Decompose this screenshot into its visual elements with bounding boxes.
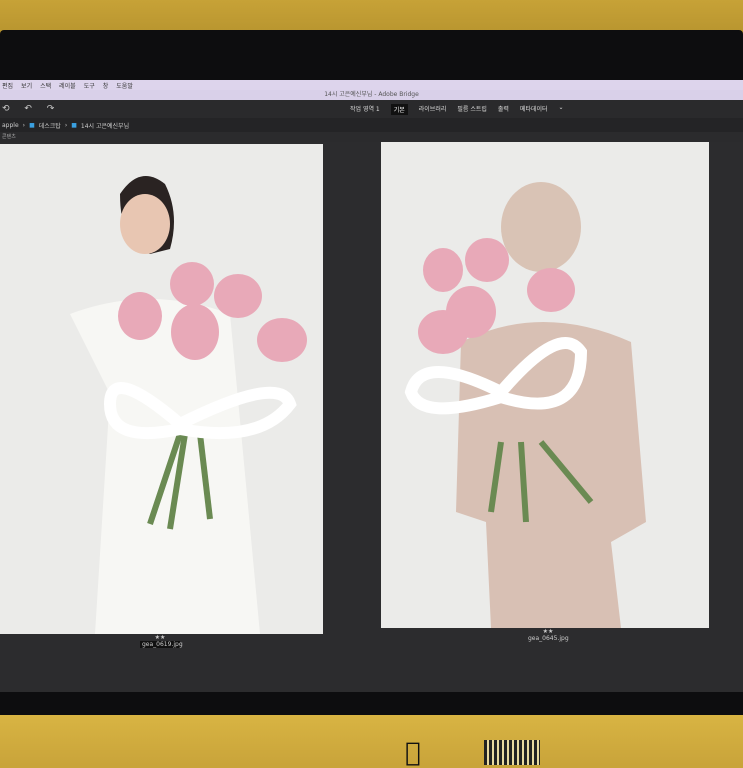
menu-bar: 편집 보기 스택 레이블 도구 창 도움말: [0, 80, 743, 90]
crumb-folder[interactable]: 14시 고은예신부님: [81, 121, 129, 130]
thumbnail-groom[interactable]: [381, 142, 709, 628]
folder-icon: ■: [71, 121, 77, 129]
rating-stars[interactable]: ★★: [140, 634, 180, 641]
window-title: 14시 고은예신부님 - Adobe Bridge: [0, 90, 743, 100]
screen: 편집 보기 스택 레이블 도구 창 도움말 14시 고은예신부님 - Adobe…: [0, 80, 743, 692]
qr-code: [484, 740, 540, 765]
folder-icon: ■: [29, 121, 35, 129]
thumbnail-bride[interactable]: [0, 144, 323, 634]
content-panel: ★★ gea_0619.jpg ★★ gea_0645.jpg: [0, 142, 743, 692]
menu-edit[interactable]: 편집: [2, 81, 13, 90]
tab-essentials[interactable]: 기본: [390, 103, 408, 115]
nav-icons[interactable]: ⟲ ↶ ↷: [2, 104, 60, 114]
filename[interactable]: gea_0645.jpg: [528, 635, 569, 642]
tab-metadata[interactable]: 메타데이터: [520, 104, 548, 115]
chevron-icon: ›: [64, 121, 68, 129]
thumb-caption-2: ★★ gea_0645.jpg: [528, 628, 569, 642]
panel-header: 콘텐츠: [0, 132, 743, 142]
chevron-down-icon[interactable]: ⌄: [559, 104, 564, 115]
wall: [0, 0, 743, 34]
monitor-chin: [0, 715, 743, 765]
crumb-apple[interactable]: apple: [2, 122, 19, 129]
thumb-caption-1: ★★ gea_0619.jpg: [140, 634, 183, 648]
bride-photo: [70, 176, 307, 634]
menu-label[interactable]: 레이블: [59, 81, 76, 90]
tab-output[interactable]: 출력: [498, 104, 509, 115]
menu-help[interactable]: 도움말: [116, 81, 133, 90]
menu-stack[interactable]: 스택: [40, 81, 51, 90]
rating-stars[interactable]: ★★: [528, 628, 568, 635]
breadcrumb: apple › ■ 데스크탑 › ■ 14시 고은예신부님: [0, 118, 743, 132]
workspace-tabs: 작업 영역 1 기본 라이브러리 필름 스트립 출력 메타데이터 ⌄: [350, 103, 564, 115]
toolbar: ⟲ ↶ ↷ 작업 영역 1 기본 라이브러리 필름 스트립 출력 메타데이터 ⌄: [0, 100, 743, 118]
tab-libraries[interactable]: 라이브러리: [419, 104, 447, 115]
menu-view[interactable]: 보기: [21, 81, 32, 90]
chevron-icon: ›: [22, 121, 26, 129]
apple-logo-icon: : [405, 738, 421, 768]
tab-workspace-1[interactable]: 작업 영역 1: [350, 104, 380, 115]
groom-photo: [404, 182, 646, 628]
crumb-desktop[interactable]: 데스크탑: [39, 121, 61, 130]
tab-filmstrip[interactable]: 필름 스트립: [457, 104, 487, 115]
filename[interactable]: gea_0619.jpg: [140, 641, 183, 648]
menu-window[interactable]: 창: [103, 81, 109, 90]
menu-tools[interactable]: 도구: [84, 81, 95, 90]
